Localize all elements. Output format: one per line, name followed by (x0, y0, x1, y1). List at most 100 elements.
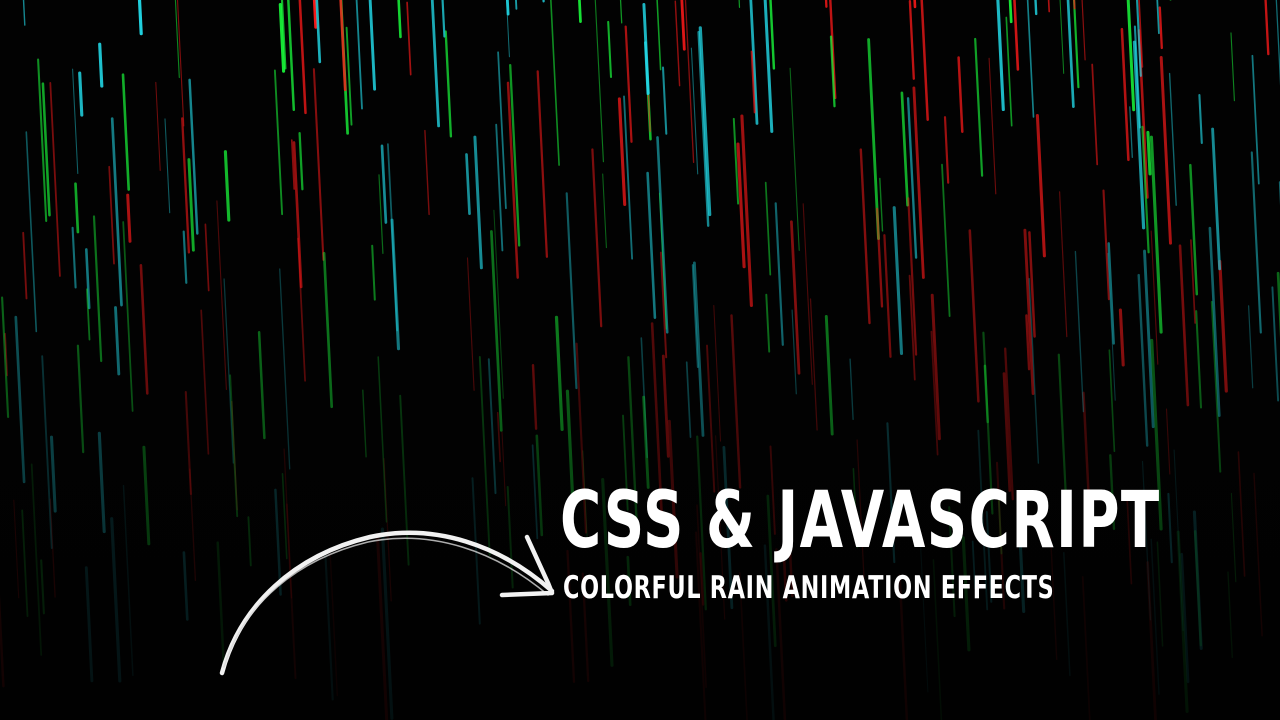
rain-streak (200, 309, 210, 455)
rain-streak (122, 221, 134, 412)
rain-streak (740, 114, 753, 307)
rain-streak (40, 559, 45, 615)
rain-streak (764, 181, 772, 276)
rain-streak (25, 131, 38, 333)
rain-streak (387, 143, 399, 332)
rain-streak (591, 148, 603, 328)
rain-streak (49, 82, 61, 277)
rain-streak (1047, 0, 1051, 13)
rain-streak (339, 0, 347, 92)
rain-streak (473, 135, 483, 270)
rain-streak (229, 374, 239, 518)
rain-streak (515, 0, 518, 10)
rain-streak (92, 215, 103, 363)
rain-streak (110, 117, 123, 307)
rain-streak (362, 389, 367, 458)
rain-streak (824, 0, 828, 8)
rain-streak (698, 26, 712, 217)
rain-streak (76, 344, 85, 454)
rain-streak (738, 0, 741, 9)
rain-streak (322, 251, 334, 409)
rain-streak (1156, 0, 1160, 35)
rain-streak (312, 68, 325, 261)
rain-streak (1168, 72, 1177, 206)
rain-streak (617, 97, 627, 206)
rain-streak (594, 0, 604, 163)
rain-streak (1059, 191, 1068, 338)
rain-streak (1178, 244, 1190, 407)
rain-streak (684, 0, 695, 163)
rain-streak (21, 509, 29, 617)
rain-streak (78, 71, 84, 117)
rain-streak (1081, 576, 1091, 720)
rain-streak (646, 171, 657, 319)
rain-streak (1198, 93, 1203, 145)
rain-streak (1, 296, 10, 418)
rain-streak (680, 0, 686, 51)
rain-streak (879, 177, 884, 232)
rain-streak (674, 0, 681, 87)
rain-streak (661, 66, 668, 135)
rain-streak (824, 315, 834, 436)
rain-streak (790, 220, 801, 375)
rain-streak (920, 0, 929, 121)
rain-streak (883, 234, 892, 358)
rain-streak (1026, 0, 1035, 118)
rain-streak (656, 0, 662, 71)
rain-streak (187, 158, 195, 252)
rain-streak (1218, 259, 1228, 393)
rain-streak (14, 315, 26, 484)
rain-streak (1173, 449, 1184, 632)
headline: CSS & JAVASCRIPT (560, 476, 1161, 566)
rain-streak (155, 81, 161, 172)
rain-streak (988, 57, 997, 195)
rain-streak (223, 150, 231, 222)
rain-streak (13, 499, 20, 599)
rain-streak (996, 0, 1005, 112)
rain-streak (41, 355, 53, 550)
rain-streak (1227, 571, 1233, 658)
rain-streak (1008, 0, 1013, 24)
rain-streak (1158, 6, 1163, 50)
rain-streak (164, 118, 171, 214)
rain-streak (1230, 32, 1235, 102)
rain-streak (1059, 0, 1065, 74)
rain-streak (1211, 127, 1222, 271)
rain-streak (968, 229, 980, 403)
rain-streak (501, 431, 507, 507)
rain-streak (900, 91, 909, 207)
rain-streak (802, 203, 813, 385)
rain-streak (98, 42, 104, 88)
rain-streak (126, 193, 132, 243)
rain-streak (531, 364, 538, 430)
rain-streak (424, 129, 430, 216)
colorful-rain-background (0, 0, 1280, 720)
rain-streak (554, 315, 564, 431)
rain-streak (142, 445, 151, 546)
rain-streak (859, 148, 871, 325)
rain-streak (692, 261, 705, 437)
rain-streak (1091, 63, 1099, 166)
rain-streak (1230, 492, 1237, 583)
rain-streak (1189, 163, 1199, 296)
rain-streak (642, 395, 650, 489)
rain-streak (656, 136, 669, 334)
rain-streak (1264, 0, 1270, 56)
rain-streak (713, 304, 722, 442)
rain-streak (1035, 113, 1046, 258)
rain-streak (774, 202, 784, 346)
rain-streak (1005, 16, 1013, 127)
rain-streak (1034, 0, 1038, 16)
rain-streak (466, 257, 475, 391)
rain-streak (1074, 250, 1085, 413)
rain-streak (913, 0, 917, 9)
rain-streak (1073, 0, 1076, 10)
rain-streak (368, 0, 377, 91)
rain-streak (74, 182, 80, 234)
rain-streak (298, 131, 304, 191)
rain-streak (137, 0, 143, 36)
rain-streak (974, 37, 984, 177)
rain-streak (565, 192, 578, 390)
rain-streak (1159, 56, 1172, 245)
rain-streak (1167, 492, 1173, 564)
